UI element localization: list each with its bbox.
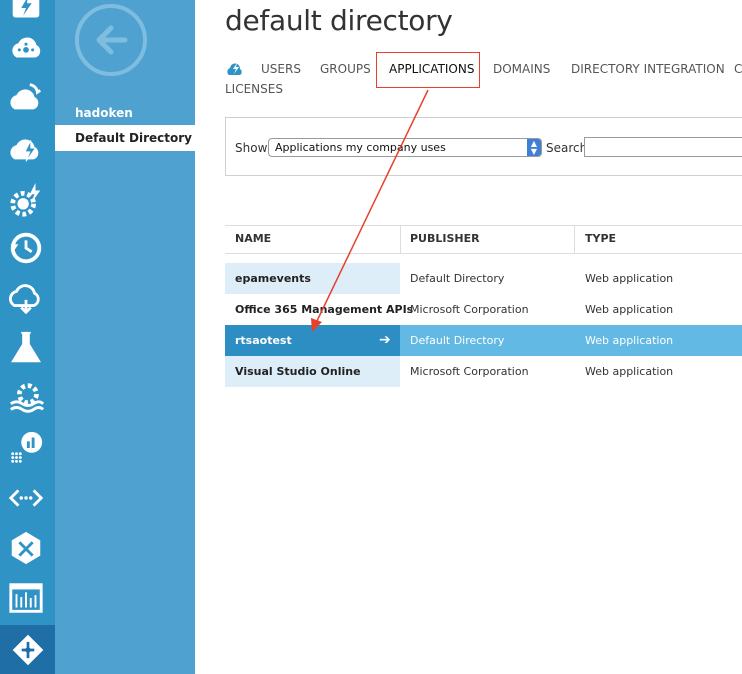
column-header-publisher[interactable]: PUBLISHER xyxy=(410,232,480,245)
cloud-network-icon[interactable] xyxy=(4,26,48,70)
column-separator xyxy=(400,225,401,253)
app-name[interactable]: Visual Studio Online xyxy=(225,356,400,387)
app-type: Web application xyxy=(585,303,674,316)
app-name[interactable]: Office 365 Management APIs xyxy=(225,294,413,325)
app-type: Web application xyxy=(585,334,674,347)
tab-users[interactable]: USERS xyxy=(261,62,301,76)
tab-truncated[interactable]: C xyxy=(734,62,742,76)
column-header-name[interactable]: NAME xyxy=(235,232,271,245)
app-publisher: Microsoft Corporation xyxy=(410,303,529,316)
gear-lightning-icon[interactable] xyxy=(4,178,48,222)
show-select-value: Applications my company uses xyxy=(275,141,446,154)
select-arrows-icon: ▲ ▼ xyxy=(527,139,541,156)
tab-licenses[interactable]: LICENSES xyxy=(225,82,283,96)
table-row[interactable]: epamevents Default Directory Web applica… xyxy=(225,263,742,294)
show-label: Show xyxy=(235,141,268,155)
app-name-text: rtsaotest xyxy=(235,334,292,347)
table-header-bottom-rule xyxy=(225,253,742,254)
diamond-arrows-icon[interactable] xyxy=(0,625,55,674)
app-name[interactable]: rtsaotest ➔ xyxy=(225,325,400,356)
show-select[interactable]: Applications my company uses ▲ ▼ xyxy=(268,138,542,157)
column-header-type[interactable]: TYPE xyxy=(585,232,616,245)
table-row[interactable]: Office 365 Management APIs Microsoft Cor… xyxy=(225,294,742,325)
dashboard-panel-icon[interactable] xyxy=(4,576,48,620)
chart-dots-icon[interactable] xyxy=(4,426,48,470)
annotation-highlight-box xyxy=(376,52,480,88)
table-row[interactable]: Visual Studio Online Microsoft Corporati… xyxy=(225,356,742,387)
app-name[interactable]: epamevents xyxy=(225,263,400,294)
code-brackets-icon[interactable] xyxy=(4,476,48,520)
app-publisher: Microsoft Corporation xyxy=(410,365,529,378)
cloud-sync-icon[interactable] xyxy=(4,276,48,320)
table-row-selected[interactable]: rtsaotest ➔ Default Directory Web applic… xyxy=(225,325,742,356)
table-header-top-rule xyxy=(225,225,742,226)
app-type: Web application xyxy=(585,365,674,378)
icon-rail xyxy=(0,0,55,674)
tab-directory-integration[interactable]: DIRECTORY INTEGRATION xyxy=(571,62,725,76)
arrows-cross-icon[interactable] xyxy=(4,526,48,570)
cloud-lightning-icon xyxy=(227,63,242,75)
gear-waves-icon[interactable] xyxy=(4,376,48,420)
directory-item-default[interactable]: Default Directory xyxy=(55,125,195,151)
tab-domains[interactable]: DOMAINS xyxy=(493,62,550,76)
directory-panel: hadoken Default Directory xyxy=(55,0,195,674)
app-type: Web application xyxy=(585,272,674,285)
search-input[interactable] xyxy=(584,137,742,157)
directory-item-hadoken[interactable]: hadoken xyxy=(55,100,195,126)
cloud-upload-icon[interactable] xyxy=(4,76,48,120)
back-button[interactable] xyxy=(75,4,147,76)
back-arrow-icon xyxy=(96,25,128,55)
search-label: Search xyxy=(546,141,588,155)
page-title: default directory xyxy=(225,4,453,37)
arrow-right-icon[interactable]: ➔ xyxy=(379,325,391,356)
flask-icon[interactable] xyxy=(4,326,48,370)
column-separator xyxy=(574,225,575,253)
app-publisher: Default Directory xyxy=(410,334,505,347)
tab-groups[interactable]: GROUPS xyxy=(320,62,371,76)
clock-refresh-icon[interactable] xyxy=(4,226,48,270)
app-publisher: Default Directory xyxy=(410,272,505,285)
cloud-lightning-icon[interactable] xyxy=(4,126,48,170)
